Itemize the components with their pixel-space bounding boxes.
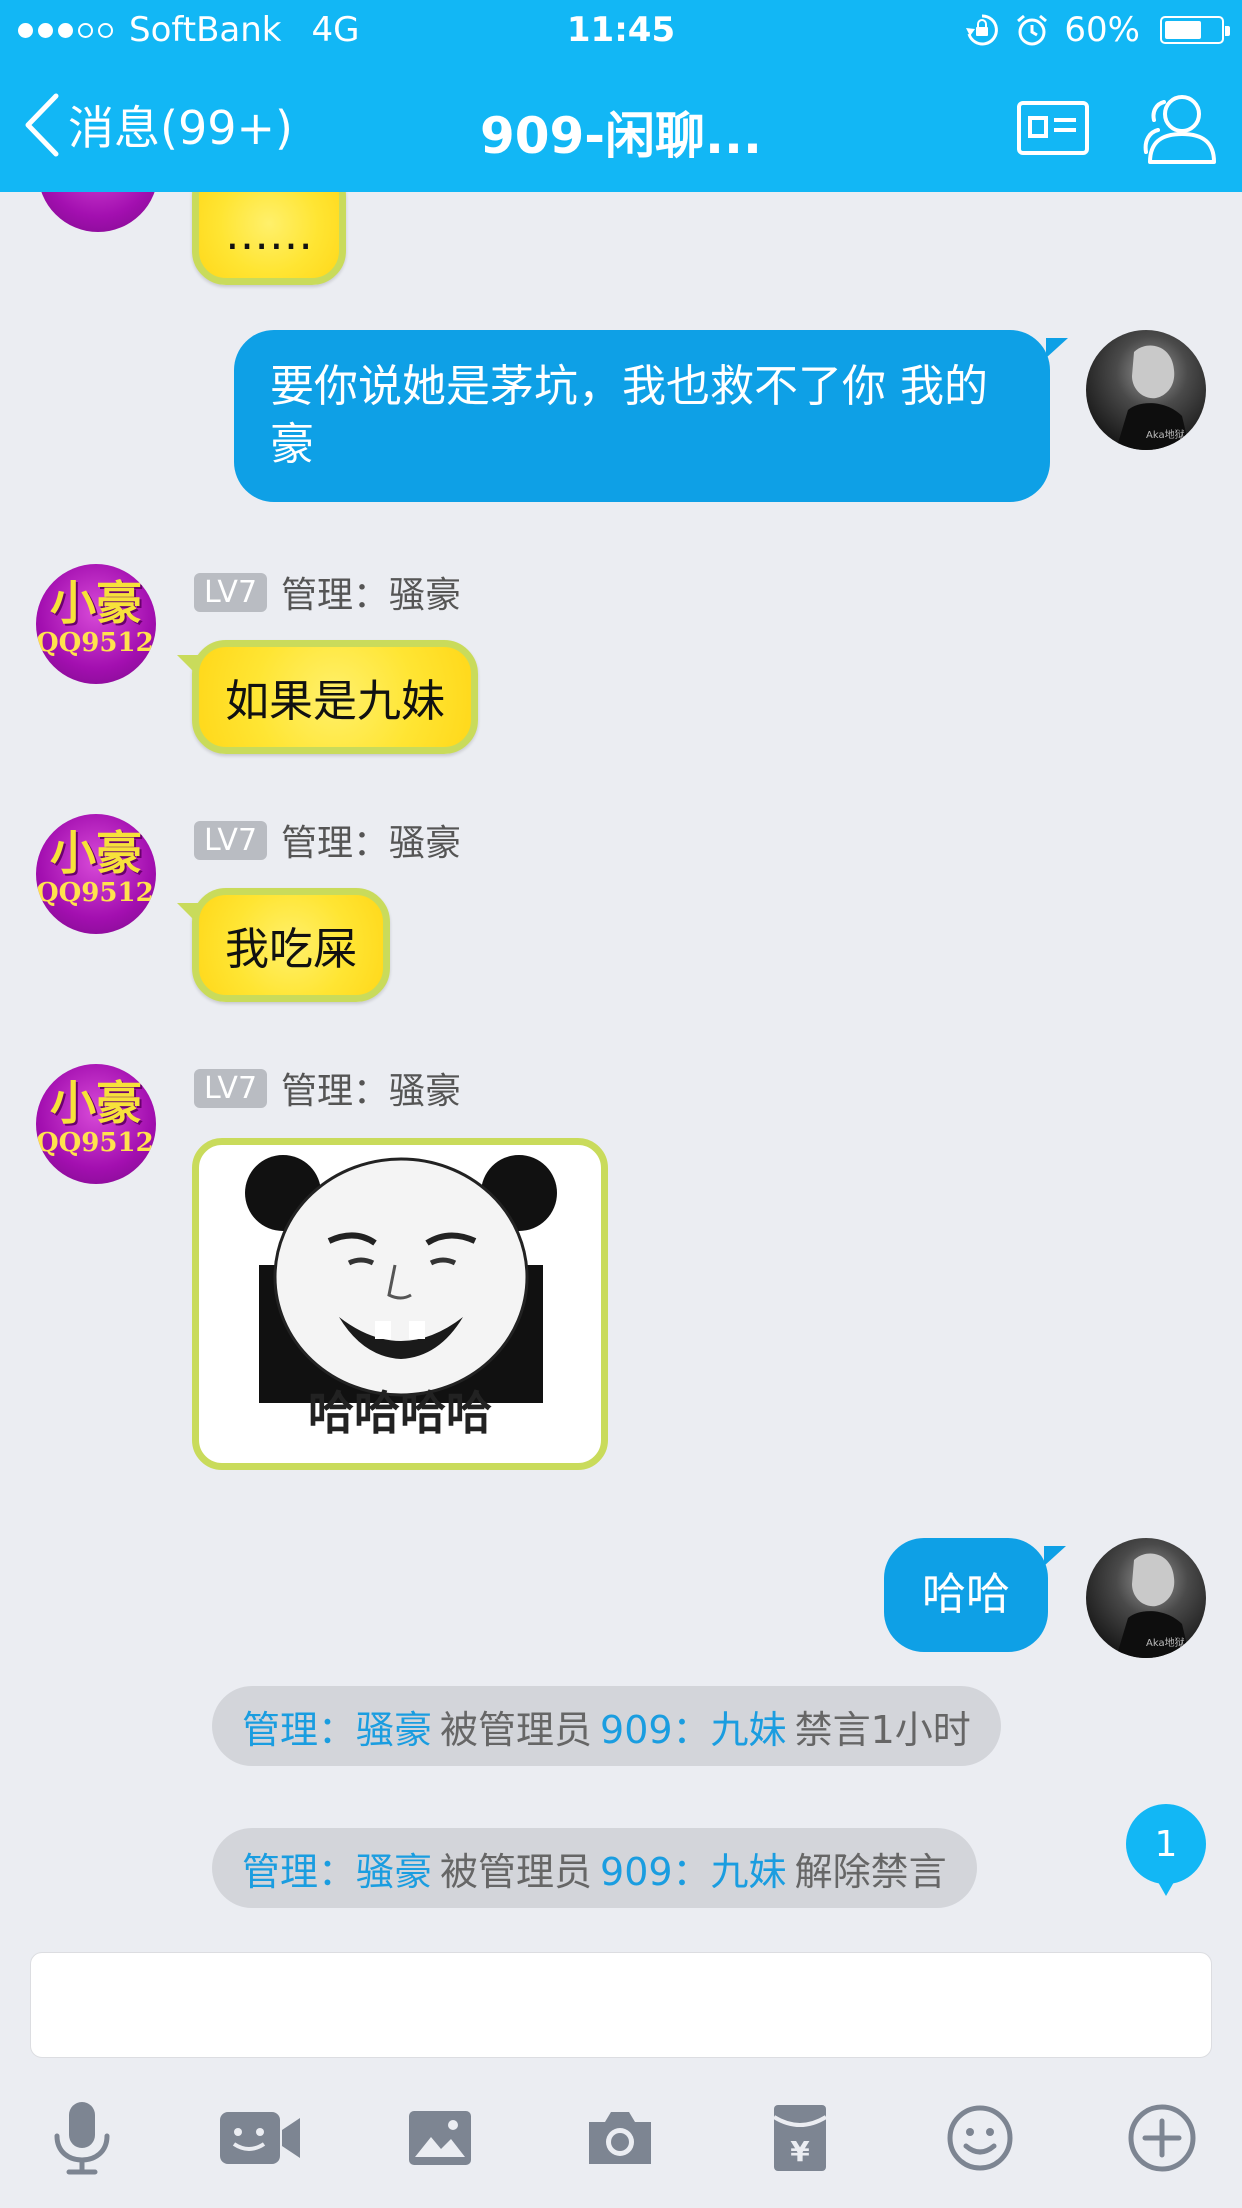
avatar[interactable]: 小豪 QQ951278: [36, 1064, 156, 1184]
avatar-text: 小豪: [50, 826, 142, 880]
avatar-image-icon: Aka地狱: [1116, 1553, 1190, 1658]
avatar[interactable]: 小豪 QQ951278: [36, 564, 156, 684]
message-bubble-self[interactable]: 要你说她是茅坑，我也救不了你 我的豪: [234, 330, 1068, 502]
sender-name[interactable]: 管理：骚豪: [281, 814, 461, 866]
camera-button[interactable]: [580, 2098, 660, 2178]
battery-percent: 60%: [1064, 10, 1140, 50]
input-toolbar: ¥: [0, 2098, 1242, 2208]
sticker-message[interactable]: 哈哈哈哈: [192, 1138, 608, 1470]
avatar-text: 小豪: [50, 1076, 142, 1130]
system-message: 管理：骚豪 被管理员 909：九妹 禁言1小时: [212, 1686, 1001, 1766]
battery-icon: [1160, 16, 1230, 44]
avatar-subtext: QQ951278: [36, 878, 156, 908]
message-text: 哈哈: [922, 1569, 1010, 1620]
microphone-icon: [54, 2102, 110, 2175]
unread-count-badge[interactable]: 1: [1126, 1804, 1206, 1896]
avatar-watermark: Aka地狱: [1146, 1636, 1185, 1649]
avatar-subtext: QQ951278: [36, 1128, 156, 1158]
status-right: 60%: [964, 10, 1230, 50]
id-card-icon: [1017, 101, 1089, 155]
system-target[interactable]: 管理：骚豪: [242, 1841, 432, 1896]
system-text: 被管理员: [440, 1707, 593, 1752]
rotation-lock-icon: [966, 14, 999, 46]
camera-icon: [589, 2112, 651, 2164]
svg-text:¥: ¥: [790, 2135, 810, 2168]
message-text: 如果是九妹: [225, 676, 445, 727]
system-action: 禁言1小时: [794, 1707, 971, 1752]
message-bubble-self[interactable]: 哈哈: [884, 1538, 1066, 1652]
message-bubble[interactable]: 我吃屎: [177, 888, 390, 1002]
system-message: 管理：骚豪 被管理员 909：九妹 解除禁言: [212, 1828, 977, 1908]
input-area: ¥: [0, 1942, 1242, 2208]
message-input[interactable]: [30, 1952, 1212, 2058]
plus-icon: [1128, 2104, 1196, 2172]
message-text: 要你说她是茅坑，我也救不了你 我的豪: [270, 361, 988, 470]
alarm-icon: [1017, 14, 1048, 46]
system-admin[interactable]: 909：九妹: [600, 1699, 787, 1754]
avatar[interactable]: 小豪 QQ951278: [36, 814, 156, 934]
avatar-self[interactable]: Aka地狱: [1086, 1538, 1206, 1658]
nav-bar: 消息(99+) 909-闲聊...: [0, 62, 1242, 192]
video-call-icon: [220, 2112, 300, 2164]
more-button[interactable]: [1122, 2098, 1202, 2178]
system-target[interactable]: 管理：骚豪: [242, 1699, 432, 1754]
photo-button[interactable]: [400, 2098, 480, 2178]
emoji-icon: [947, 2105, 1013, 2171]
sender-name[interactable]: 管理：骚豪: [281, 566, 461, 618]
red-packet-icon: ¥: [772, 2105, 828, 2171]
sticker-caption: 哈哈哈哈: [308, 1386, 492, 1440]
level-badge: LV7: [194, 820, 268, 860]
chat-scroll-area[interactable]: …… 要你说她是茅坑，我也救不了你 我的豪 Aka地狱 小豪 QQ951278 …: [0, 192, 1242, 1942]
image-icon: [409, 2111, 471, 2165]
message-text: 我吃屎: [225, 924, 357, 975]
avatar-image-icon: Aka地狱: [1116, 345, 1190, 450]
users-icon: [1143, 95, 1216, 164]
system-text: 被管理员: [440, 1849, 593, 1894]
video-button[interactable]: [218, 2098, 302, 2178]
avatar-self[interactable]: Aka地狱: [1086, 330, 1206, 450]
system-admin[interactable]: 909：九妹: [600, 1841, 787, 1896]
message-bubble[interactable]: 如果是九妹: [177, 640, 478, 754]
group-card-button[interactable]: [1016, 100, 1090, 160]
message-bubble[interactable]: ……: [177, 192, 346, 285]
avatar-text: 小豪: [50, 576, 142, 630]
status-bar: SoftBank 4G 11:45 60%: [0, 0, 1242, 62]
sender-info: LV7 管理：骚豪: [194, 566, 461, 618]
level-badge: LV7: [194, 1068, 268, 1108]
avatar-watermark: Aka地狱: [1146, 428, 1185, 441]
voice-button[interactable]: [42, 2098, 122, 2178]
message-text: ……: [225, 209, 313, 260]
group-members-button[interactable]: [1136, 86, 1220, 174]
emoji-button[interactable]: [940, 2098, 1020, 2178]
sender-info: LV7 管理：骚豪: [194, 814, 461, 866]
red-packet-button[interactable]: ¥: [760, 2098, 840, 2178]
level-badge: LV7: [194, 572, 268, 612]
avatar-subtext: QQ951278: [36, 628, 156, 658]
avatar[interactable]: [38, 192, 158, 232]
sender-name[interactable]: 管理：骚豪: [281, 1062, 461, 1114]
system-action: 解除禁言: [794, 1849, 947, 1894]
sender-info: LV7 管理：骚豪: [194, 1062, 461, 1114]
